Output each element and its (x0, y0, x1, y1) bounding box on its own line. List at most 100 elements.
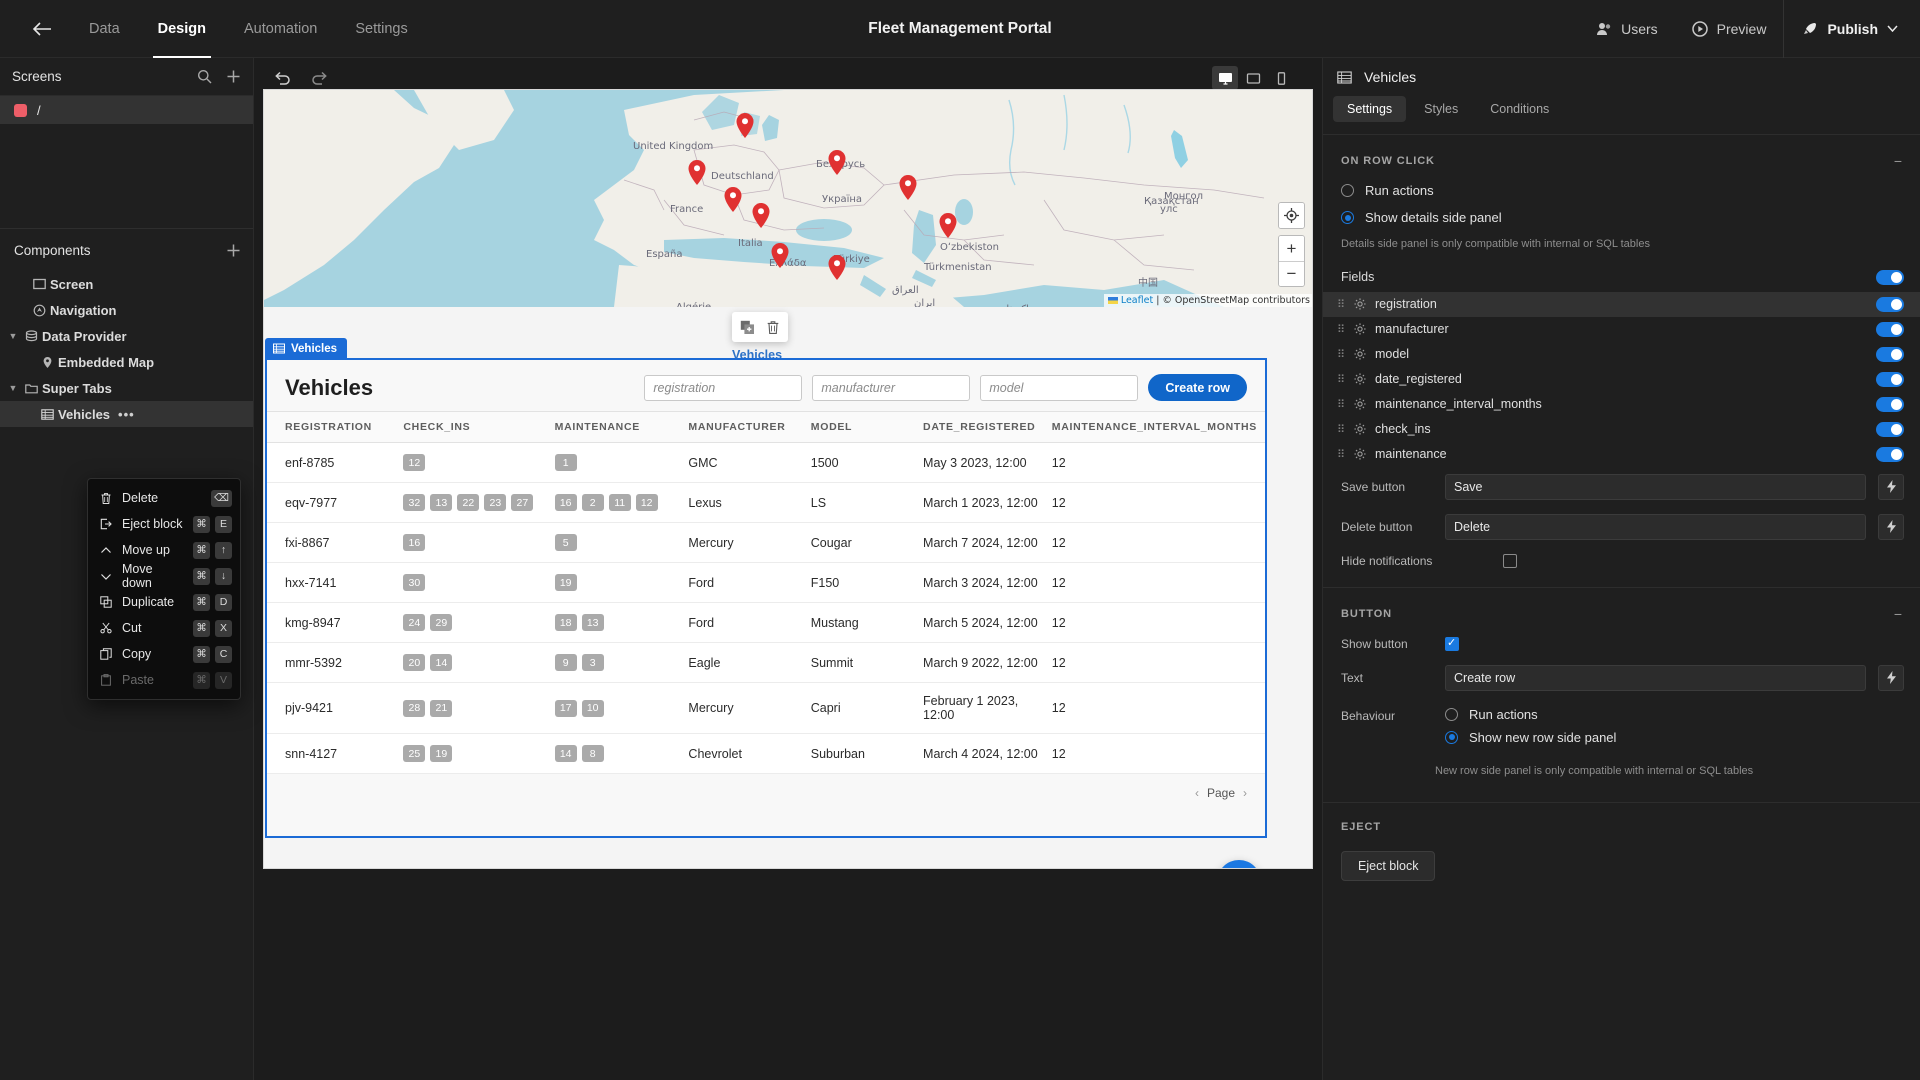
fields-toggle[interactable] (1876, 269, 1904, 285)
context-menu-item-duplicate[interactable]: Duplicate ⌘ D (88, 589, 240, 615)
tree-item-more-icon[interactable]: ••• (118, 407, 135, 422)
col-manufacturer[interactable]: MANUFACTURER (688, 411, 811, 443)
undo-icon[interactable] (274, 70, 292, 86)
redo-icon[interactable] (310, 70, 328, 86)
tree-item-navigation[interactable]: Navigation (0, 297, 253, 323)
binding-lightning-icon[interactable] (1878, 513, 1904, 540)
binding-lightning-icon[interactable] (1878, 664, 1904, 691)
col-check-ins[interactable]: CHECK_INS (403, 411, 555, 443)
field-item-check_ins[interactable]: ⠿ check_ins (1323, 417, 1920, 442)
next-page-icon[interactable]: › (1243, 786, 1247, 800)
tree-item-data-provider[interactable]: ▼ Data Provider (0, 323, 253, 349)
chevron-down-icon[interactable] (1887, 25, 1898, 32)
col-date-registered[interactable]: DATE_REGISTERED (923, 411, 1052, 443)
drag-handle-icon[interactable]: ⠿ (1337, 398, 1345, 411)
table-row[interactable]: fxi-8867 16 5 Mercury Cougar March 7 2024, 12… (267, 522, 1265, 563)
behaviour-run-actions[interactable]: Run actions (1445, 705, 1904, 724)
zoom-out-button[interactable]: − (1279, 261, 1304, 286)
tree-item-embedded-map[interactable]: Embedded Map (0, 349, 253, 375)
field-toggle[interactable] (1876, 321, 1904, 337)
screen-item-root[interactable]: / (0, 96, 253, 124)
map-marker[interactable] (688, 160, 706, 185)
radio-icon[interactable] (1341, 184, 1354, 197)
tree-item-screen[interactable]: Screen (0, 271, 253, 297)
duplicate-icon[interactable] (740, 320, 755, 335)
drag-handle-icon[interactable]: ⠿ (1337, 348, 1345, 361)
table-row[interactable]: kmg-8947 24 29 18 13 Ford Mustang March 5 2024,… (267, 602, 1265, 643)
drag-handle-icon[interactable]: ⠿ (1337, 298, 1345, 311)
map-marker[interactable] (752, 203, 770, 228)
show-button-checkbox[interactable] (1445, 636, 1459, 651)
leaflet-link[interactable]: Leaflet (1121, 295, 1153, 306)
tab-settings[interactable]: Settings (1333, 96, 1407, 122)
collapse-icon[interactable]: − (1894, 153, 1902, 169)
drag-handle-icon[interactable]: ⠿ (1337, 373, 1345, 386)
map-zoom-control[interactable]: + − (1278, 235, 1305, 287)
save-button-input[interactable] (1445, 473, 1866, 500)
col-model[interactable]: MODEL (810, 411, 924, 443)
gear-icon[interactable] (1354, 323, 1366, 336)
publish-button[interactable]: Publish (1784, 0, 1920, 58)
map-marker[interactable] (736, 113, 754, 138)
prev-page-icon[interactable]: ‹ (1195, 786, 1199, 800)
radio-icon[interactable] (1445, 707, 1458, 721)
gear-icon[interactable] (1354, 448, 1366, 461)
tree-caret-expanded[interactable]: ▼ (6, 331, 20, 341)
col-maintenance-interval-months[interactable]: MAINTENANCE_INTERVAL_MONTHS (1051, 411, 1265, 443)
table-row[interactable]: pjv-9421 28 21 17 10 Mercury Capri February 1 2… (267, 682, 1265, 734)
map-marker[interactable] (939, 213, 957, 238)
table-block[interactable]: Vehicles Vehicles Create row REGISTRATIO… (265, 338, 1267, 838)
tab-conditions[interactable]: Conditions (1476, 96, 1563, 122)
tab-styles[interactable]: Styles (1410, 96, 1472, 122)
field-item-manufacturer[interactable]: ⠿ manufacturer (1323, 317, 1920, 342)
binding-lightning-icon[interactable] (1878, 473, 1904, 500)
eject-block-button[interactable]: Eject block (1341, 850, 1436, 881)
add-component-fab[interactable]: + (1217, 860, 1261, 868)
filter-manufacturer-input[interactable] (812, 374, 971, 401)
gear-icon[interactable] (1354, 398, 1366, 411)
tab-automation[interactable]: Automation (225, 0, 336, 58)
map-marker[interactable] (724, 187, 742, 212)
desktop-icon[interactable] (1212, 66, 1238, 90)
field-toggle[interactable] (1876, 446, 1904, 462)
gear-icon[interactable] (1354, 423, 1366, 436)
table-row[interactable]: snn-4127 25 19 14 8 Chevrolet Suburban March 4 … (267, 733, 1265, 774)
tree-item-super-tabs[interactable]: ▼ Super Tabs (0, 375, 253, 401)
radio-icon-selected[interactable] (1445, 730, 1458, 744)
locate-icon[interactable] (1279, 203, 1304, 228)
mobile-icon[interactable] (1268, 66, 1294, 90)
create-row-button[interactable]: Create row (1148, 374, 1247, 401)
button-text-input[interactable] (1445, 664, 1866, 691)
col-maintenance[interactable]: MAINTENANCE (554, 411, 689, 443)
add-component-icon[interactable] (226, 243, 241, 258)
drag-handle-icon[interactable]: ⠿ (1337, 448, 1345, 461)
map-marker[interactable] (771, 243, 789, 268)
field-toggle[interactable] (1876, 396, 1904, 412)
tree-caret-expanded[interactable]: ▼ (6, 383, 20, 393)
zoom-in-button[interactable]: + (1279, 236, 1304, 261)
delete-button-input[interactable] (1445, 513, 1866, 540)
row-click-run-actions[interactable]: Run actions (1323, 177, 1920, 204)
map-marker[interactable] (899, 175, 917, 200)
field-item-maintenance_interval_months[interactable]: ⠿ maintenance_interval_months (1323, 392, 1920, 417)
col-registration[interactable]: REGISTRATION (267, 411, 404, 443)
table-row[interactable]: mmr-5392 20 14 9 3 Eagle Summit March 9 2022, 1… (267, 642, 1265, 683)
map-marker[interactable] (828, 150, 846, 175)
radio-icon-selected[interactable] (1341, 211, 1354, 224)
table-row[interactable]: eqv-7977 32 13 22 23 27 16 2 11 12 Lexus LS March 1 … (267, 482, 1265, 523)
table-row[interactable]: hxx-7141 30 19 Ford F150 March 3 2024, 12:00 1… (267, 562, 1265, 603)
delete-icon[interactable] (766, 320, 780, 335)
row-click-show-details-panel[interactable]: Show details side panel (1323, 204, 1920, 231)
drag-handle-icon[interactable]: ⠿ (1337, 323, 1345, 336)
tree-item-vehicles[interactable]: Vehicles ••• (0, 401, 253, 427)
filter-model-input[interactable] (980, 374, 1139, 401)
embedded-map[interactable]: United Kingdom Deutschland France Italia… (264, 90, 1312, 307)
collapse-icon[interactable]: − (1894, 606, 1902, 622)
tab-design[interactable]: Design (139, 0, 225, 58)
field-toggle[interactable] (1876, 421, 1904, 437)
field-item-date_registered[interactable]: ⠿ date_registered (1323, 367, 1920, 392)
filter-registration-input[interactable] (644, 374, 803, 401)
search-icon[interactable] (197, 69, 212, 84)
field-toggle[interactable] (1876, 371, 1904, 387)
field-item-maintenance[interactable]: ⠿ maintenance (1323, 442, 1920, 467)
